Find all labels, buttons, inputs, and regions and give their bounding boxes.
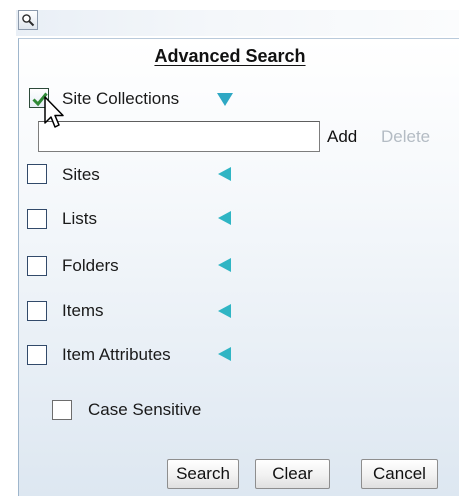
checkbox-item-attributes[interactable] — [27, 345, 47, 365]
checkbox-sites[interactable] — [27, 164, 47, 184]
expand-arrow-items-icon[interactable] — [218, 304, 231, 318]
case-sensitive-label: Case Sensitive — [88, 400, 202, 419]
search-toggle-button[interactable] — [18, 10, 38, 30]
site-collection-url-input[interactable] — [38, 121, 320, 152]
checkbox-items[interactable] — [27, 301, 47, 321]
expand-arrow-sites-icon[interactable] — [218, 167, 231, 181]
checkbox-case-sensitive[interactable] — [52, 400, 72, 420]
filter-label-items: Items — [62, 301, 104, 320]
clear-button[interactable]: Clear — [255, 459, 330, 489]
checkbox-lists[interactable] — [27, 209, 47, 229]
filter-label-lists: Lists — [62, 209, 97, 228]
toolbar-strip — [16, 10, 459, 36]
filter-label-site-collections: Site Collections — [62, 89, 180, 108]
filter-label-sites: Sites — [62, 165, 100, 184]
expand-arrow-folders-icon[interactable] — [218, 258, 231, 272]
mouse-pointer-icon — [44, 96, 64, 128]
search-icon — [22, 14, 35, 27]
dialog-title: Advanced Search — [154, 46, 306, 66]
expand-arrow-item-attributes-icon[interactable] — [218, 347, 231, 361]
expand-arrow-lists-icon[interactable] — [218, 211, 231, 225]
filter-label-folders: Folders — [62, 256, 119, 275]
delete-link[interactable]: Delete — [381, 127, 430, 147]
filter-label-item-attributes: Item Attributes — [62, 345, 171, 364]
cancel-button[interactable]: Cancel — [361, 459, 438, 489]
collapse-arrow-site-collections-icon[interactable] — [217, 93, 233, 106]
advanced-search-screen: Advanced Search Site Collections Add Del… — [0, 0, 459, 496]
search-button[interactable]: Search — [167, 459, 239, 489]
checkbox-folders[interactable] — [27, 256, 47, 276]
add-link[interactable]: Add — [327, 127, 357, 147]
